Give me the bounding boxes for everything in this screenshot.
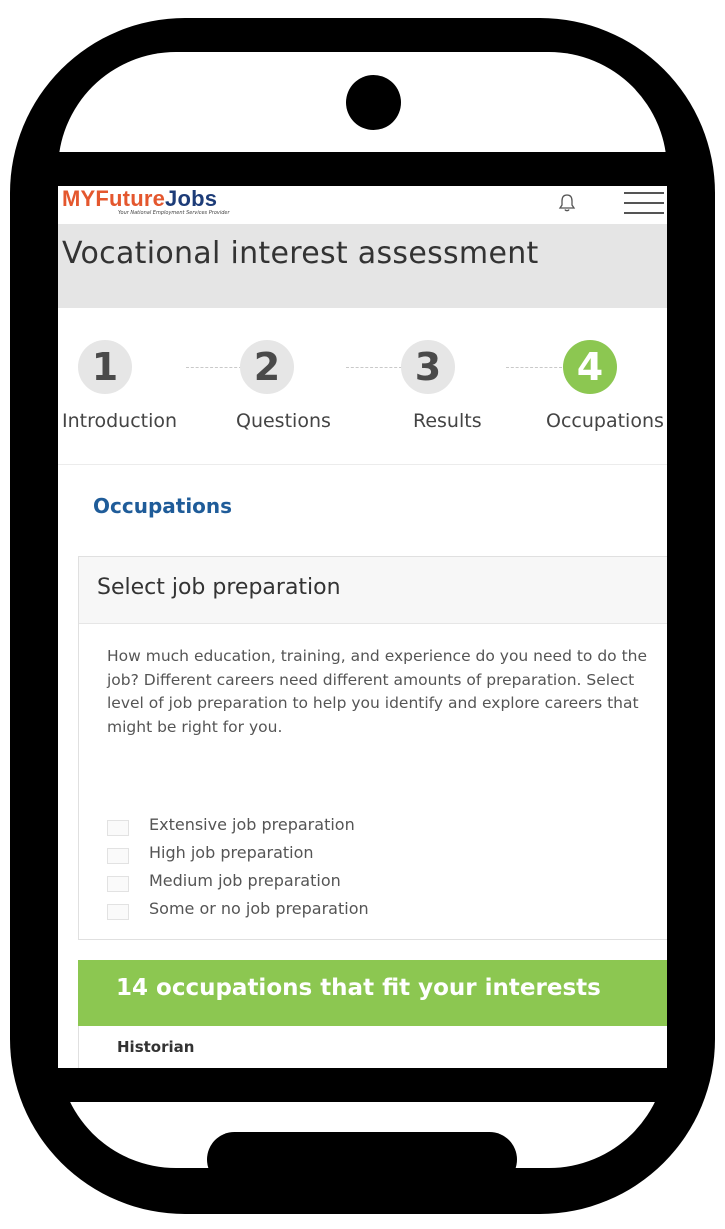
step-3-label[interactable]: Results [413, 410, 482, 432]
checkbox[interactable] [107, 904, 129, 920]
page-title: Vocational interest assessment [62, 236, 539, 271]
step-2-circle[interactable]: 2 [240, 340, 294, 394]
myfuturejobs-logo[interactable]: MYFutureJobs Your National Employment Se… [62, 186, 230, 216]
step-connector [346, 367, 402, 368]
job-preparation-card: Select job preparation How much educatio… [78, 556, 667, 940]
step-1-circle[interactable]: 1 [78, 340, 132, 394]
option-label: Extensive job preparation [149, 815, 355, 834]
step-4-label[interactable]: Occupations [546, 410, 664, 432]
progress-stepper: 1 2 3 4 Introduction Questions Results O… [58, 308, 667, 465]
occupation-name[interactable]: Historian [117, 1038, 194, 1056]
results-heading: 14 occupations that fit your interests [116, 975, 601, 1001]
step-1-label[interactable]: Introduction [62, 410, 177, 432]
hamburger-menu-icon[interactable] [624, 192, 666, 216]
card-description: How much education, training, and experi… [107, 647, 648, 736]
step-2-label[interactable]: Questions [236, 410, 331, 432]
card-title: Select job preparation [97, 575, 341, 600]
step-connector [506, 367, 562, 368]
option-label: High job preparation [149, 843, 314, 862]
checkbox[interactable] [107, 848, 129, 864]
checkbox[interactable] [107, 876, 129, 892]
step-connector [186, 367, 242, 368]
logo-text-jobs: Jobs [165, 186, 218, 211]
option-label: Some or no job preparation [149, 899, 369, 918]
occupations-heading: Occupations [93, 494, 233, 518]
bell-icon[interactable] [556, 192, 578, 214]
phone-bottom-band [58, 1068, 667, 1102]
logo-text-future: Future [95, 186, 166, 211]
camera-icon [346, 75, 401, 130]
logo-text-my: MY [62, 186, 96, 211]
page-title-band: Vocational interest assessment [58, 224, 667, 308]
results-heading-band: 14 occupations that fit your interests [78, 960, 667, 1026]
home-button[interactable] [207, 1132, 517, 1187]
logo-tagline: Your National Employment Services Provid… [118, 210, 230, 216]
phone-screen: MYFutureJobs Your National Employment Se… [58, 186, 667, 1068]
phone-top-band [58, 152, 667, 186]
app-header: MYFutureJobs Your National Employment Se… [58, 186, 667, 224]
step-4-circle[interactable]: 4 [563, 340, 617, 394]
card-header: Select job preparation [79, 557, 667, 624]
option-label: Medium job preparation [149, 871, 341, 890]
list-item[interactable]: Historian [78, 1026, 667, 1068]
step-3-circle[interactable]: 3 [401, 340, 455, 394]
checkbox[interactable] [107, 820, 129, 836]
